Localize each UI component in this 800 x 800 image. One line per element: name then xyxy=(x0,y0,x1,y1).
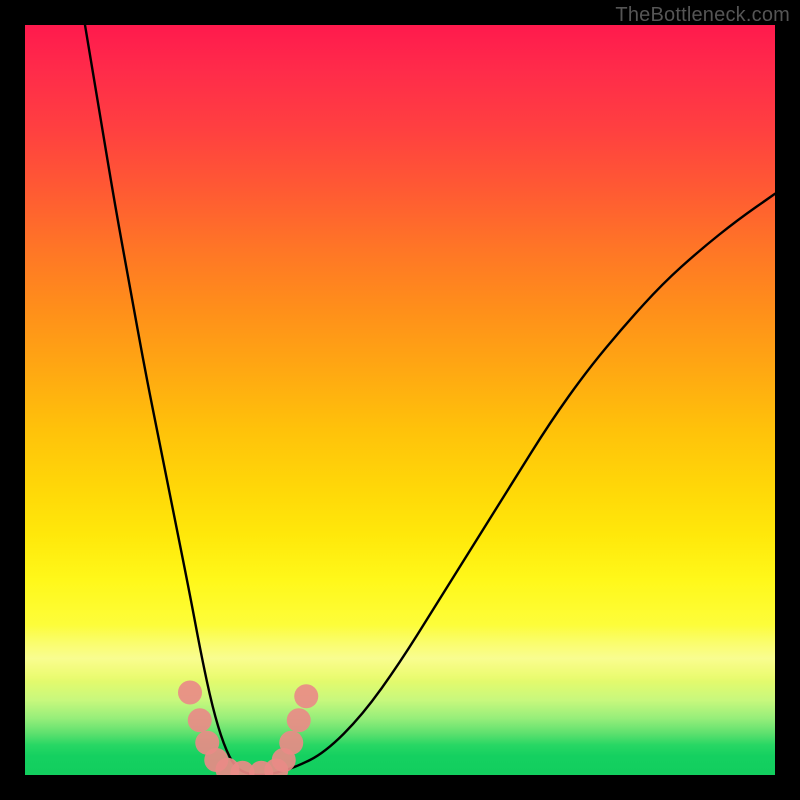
data-marker xyxy=(178,681,202,705)
plot-area xyxy=(25,25,775,775)
marker-group xyxy=(178,681,318,776)
data-marker xyxy=(294,684,318,708)
chart-frame: TheBottleneck.com xyxy=(0,0,800,800)
data-marker xyxy=(287,708,311,732)
data-marker xyxy=(188,708,212,732)
chart-svg xyxy=(25,25,775,775)
data-marker xyxy=(279,731,303,755)
bottleneck-curve xyxy=(85,25,775,775)
watermark-text: TheBottleneck.com xyxy=(615,4,790,27)
